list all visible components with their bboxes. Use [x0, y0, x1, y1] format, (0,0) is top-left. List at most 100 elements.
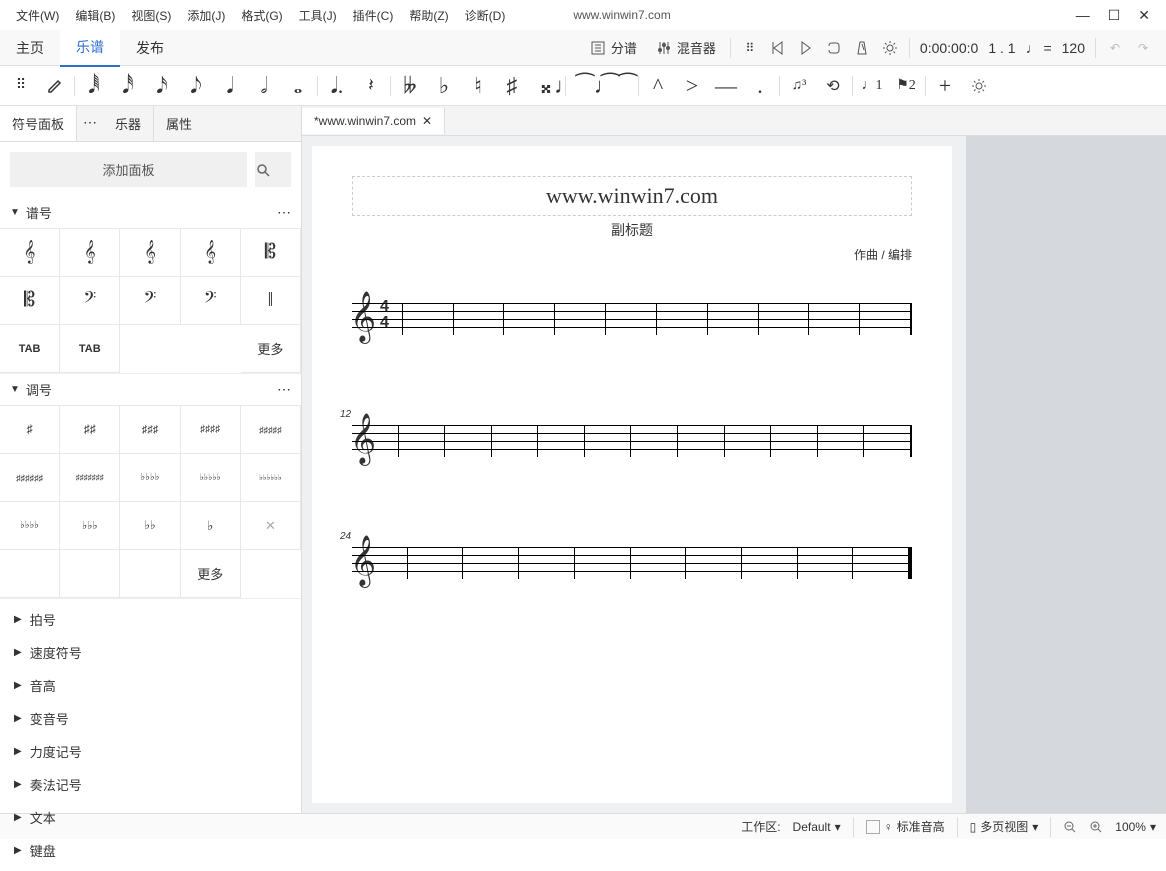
clef-cell[interactable]: TAB [0, 325, 60, 373]
keysig-cell[interactable]: ✕ [241, 502, 301, 550]
staff-system-2[interactable]: 12 𝄞 [352, 425, 912, 457]
section-timesig[interactable]: ▶拍号 [0, 603, 301, 636]
section-accidental[interactable]: ▶变音号 [0, 702, 301, 735]
clef-cell[interactable]: TAB [60, 325, 120, 373]
keysig-cell[interactable]: ♯ [0, 406, 60, 454]
keysig-cell[interactable]: ♯♯♯♯ [181, 406, 241, 454]
voice-1[interactable]: ♩1 [857, 71, 887, 101]
clef-cell[interactable]: 𝄡 [241, 229, 301, 277]
settings-icon[interactable] [964, 71, 994, 101]
score-title[interactable]: www.winwin7.com [352, 176, 912, 216]
staccato-icon[interactable]: . [745, 71, 775, 101]
score-composer[interactable]: 作曲 / 编排 [352, 246, 912, 263]
redo-icon[interactable]: ↷ [1134, 39, 1152, 57]
score-page[interactable]: www.winwin7.com 副标题 作曲 / 编排 𝄞 44 12 𝄞 [312, 146, 952, 803]
concert-pitch-toggle[interactable]: ♀ 标准音高 [866, 818, 945, 835]
keysig-cell[interactable]: ♭♭♭♭ [0, 502, 60, 550]
workspace-select[interactable]: Default ▾ [793, 820, 841, 834]
metronome-icon[interactable] [853, 39, 871, 57]
flat-icon[interactable]: ♭ [429, 71, 459, 101]
clef-cell[interactable]: 𝄢 [181, 277, 241, 325]
maximize-icon[interactable]: ☐ [1108, 7, 1121, 24]
close-tab-icon[interactable]: ✕ [422, 114, 432, 128]
section-keysig[interactable]: ▼ 调号 ⋯ [0, 374, 301, 405]
clef-cell[interactable]: 𝄡 [0, 277, 60, 325]
view-mode-select[interactable]: ▯ 多页视图 ▾ [970, 818, 1039, 835]
loop-icon[interactable] [825, 39, 843, 57]
grip-icon[interactable]: ⠿ [741, 39, 759, 57]
keysig-cell[interactable]: ♯♯♯♯♯♯♯ [60, 454, 120, 502]
menu-diag[interactable]: 诊断(D) [457, 3, 514, 28]
keysig-cell[interactable]: ♯♯♯ [120, 406, 180, 454]
clef-cell[interactable]: 𝄢 [120, 277, 180, 325]
section-articulation[interactable]: ▶奏法记号 [0, 768, 301, 801]
tuplet-icon[interactable]: ♫³ [784, 71, 814, 101]
play-icon[interactable] [797, 39, 815, 57]
zoom-select[interactable]: 100% ▾ [1115, 820, 1156, 834]
note-32nd[interactable]: 𝅘𝅥𝅰 [113, 71, 143, 101]
panel-more-icon[interactable]: ⋯ [77, 106, 103, 141]
marcato-icon[interactable]: ^ [643, 71, 673, 101]
flip-icon[interactable]: ⟲ [818, 71, 848, 101]
keysig-cell[interactable]: ♯♯♯♯♯ [241, 406, 301, 454]
clefs-more-button[interactable]: 更多 [241, 325, 301, 373]
keysig-cell[interactable] [0, 550, 60, 598]
staff-system-1[interactable]: 𝄞 44 [352, 303, 912, 335]
keysig-cell[interactable]: ♭ [181, 502, 241, 550]
section-text[interactable]: ▶文本 [0, 801, 301, 834]
dot-icon[interactable]: 𝅘𝅥. [322, 71, 352, 101]
menu-file[interactable]: 文件(W) [8, 3, 67, 28]
section-clefs[interactable]: ▼ 谱号 ⋯ [0, 197, 301, 228]
natural-icon[interactable]: ♮ [463, 71, 493, 101]
tie-icon[interactable]: ♩⁀♩ [570, 71, 600, 101]
note-whole[interactable]: 𝅝 [283, 71, 313, 101]
keysig-cell[interactable]: ♭♭♭♭♭ [181, 454, 241, 502]
note-16th[interactable]: 𝅘𝅥𝅯 [147, 71, 177, 101]
tab-publish[interactable]: 发布 [120, 30, 180, 66]
more-icon[interactable]: ⋯ [277, 204, 291, 221]
score-subtitle[interactable]: 副标题 [352, 220, 912, 240]
clef-cell[interactable]: 𝄞 [120, 229, 180, 277]
keysig-more-button[interactable]: 更多 [181, 550, 241, 598]
double-flat-icon[interactable]: 𝄫 [395, 71, 425, 101]
tab-properties[interactable]: 属性 [154, 106, 204, 141]
sharp-icon[interactable]: ♯ [497, 71, 527, 101]
tab-score[interactable]: 乐谱 [60, 29, 120, 67]
staff-system-3[interactable]: 24 𝄞 [352, 547, 912, 579]
clef-cell[interactable]: 𝄞 [0, 229, 60, 277]
search-button[interactable] [255, 152, 291, 187]
grip-icon[interactable]: ⠿ [6, 71, 36, 101]
more-icon[interactable]: ⋯ [277, 381, 291, 398]
tempo-value[interactable]: 120 [1062, 40, 1085, 56]
note-8th[interactable]: 𝅘𝅥𝅮 [181, 71, 211, 101]
minimize-icon[interactable]: — [1076, 7, 1090, 24]
menu-plugins[interactable]: 插件(C) [345, 3, 402, 28]
section-dynamics[interactable]: ▶力度记号 [0, 735, 301, 768]
menu-view[interactable]: 视图(S) [123, 3, 179, 28]
slur-icon[interactable]: ⁀⁀ [604, 71, 634, 101]
rewind-icon[interactable] [769, 39, 787, 57]
keysig-cell[interactable]: ♯♯ [60, 406, 120, 454]
undo-icon[interactable]: ↶ [1106, 39, 1124, 57]
section-tempo[interactable]: ▶速度符号 [0, 636, 301, 669]
clef-cell[interactable]: 𝄢 [60, 277, 120, 325]
zoom-out-button[interactable] [1063, 820, 1077, 834]
rest-icon[interactable]: 𝄽 [356, 71, 386, 101]
document-tab[interactable]: *www.winwin7.com ✕ [302, 108, 445, 134]
keysig-cell[interactable]: ♭♭♭♭ [120, 454, 180, 502]
note-quarter[interactable]: 𝅘𝅥 [215, 71, 245, 101]
tenuto-icon[interactable]: — [711, 71, 741, 101]
clef-cell[interactable]: 𝄞 [60, 229, 120, 277]
voice-2[interactable]: ⚑2 [891, 71, 921, 101]
keysig-cell[interactable] [60, 550, 120, 598]
tab-instrument[interactable]: 乐器 [103, 106, 154, 141]
menu-format[interactable]: 格式(G) [233, 3, 290, 28]
tab-home[interactable]: 主页 [0, 30, 60, 66]
keysig-cell[interactable]: ♯♯♯♯♯♯ [0, 454, 60, 502]
keysig-cell[interactable]: ♭♭♭♭♭♭ [241, 454, 301, 502]
gear-icon[interactable] [881, 39, 899, 57]
note-64th[interactable]: 𝅘𝅥𝅱 [79, 71, 109, 101]
menu-tools[interactable]: 工具(J) [291, 3, 345, 28]
menu-add[interactable]: 添加(J) [179, 3, 233, 28]
tab-palette[interactable]: 符号面板 [0, 106, 77, 141]
